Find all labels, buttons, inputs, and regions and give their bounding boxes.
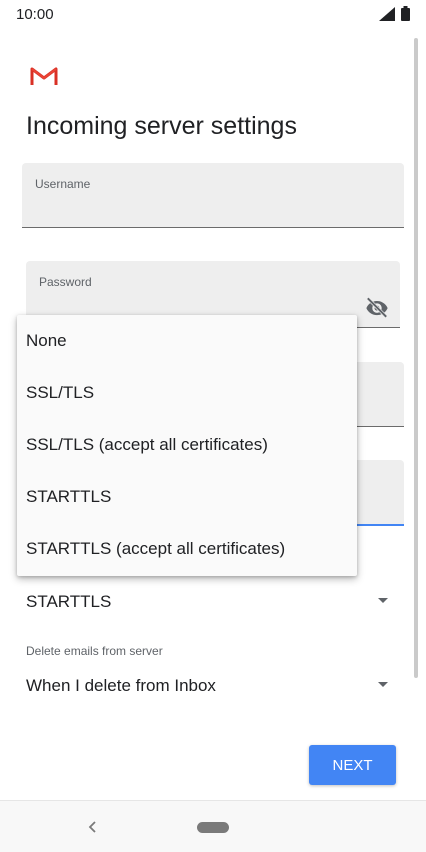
chevron-down-icon (378, 682, 388, 687)
security-type-select[interactable]: STARTTLS (26, 586, 396, 616)
visibility-off-icon[interactable] (364, 294, 390, 320)
gmail-logo (30, 66, 58, 86)
delete-emails-label: Delete emails from server (26, 644, 163, 658)
menu-item-ssl-tls[interactable]: SSL/TLS (17, 367, 357, 419)
signal-icon (379, 6, 395, 26)
home-pill-icon[interactable] (197, 822, 229, 833)
status-bar: 10:00 (0, 0, 426, 28)
menu-item-none[interactable]: None (17, 315, 357, 367)
username-field[interactable]: Username (22, 163, 404, 228)
delete-emails-value: When I delete from Inbox (26, 676, 216, 695)
username-label: Username (35, 177, 91, 191)
scroll-indicator[interactable] (414, 38, 418, 678)
chevron-down-icon (378, 598, 388, 603)
menu-item-starttls-accept-all[interactable]: STARTTLS (accept all certificates) (17, 523, 357, 575)
next-button[interactable]: NEXT (309, 745, 396, 785)
page-title: Incoming server settings (26, 112, 297, 140)
security-type-value: STARTTLS (26, 592, 112, 611)
navigation-bar (0, 800, 426, 852)
battery-icon (401, 6, 410, 26)
status-icons (379, 6, 410, 26)
back-icon[interactable] (86, 817, 100, 837)
status-time: 10:00 (16, 6, 54, 23)
security-type-menu: None SSL/TLS SSL/TLS (accept all certifi… (17, 315, 357, 576)
delete-emails-select[interactable]: When I delete from Inbox (26, 670, 396, 700)
menu-item-ssl-tls-accept-all[interactable]: SSL/TLS (accept all certificates) (17, 419, 357, 471)
menu-item-starttls[interactable]: STARTTLS (17, 471, 357, 523)
password-label: Password (39, 275, 92, 289)
